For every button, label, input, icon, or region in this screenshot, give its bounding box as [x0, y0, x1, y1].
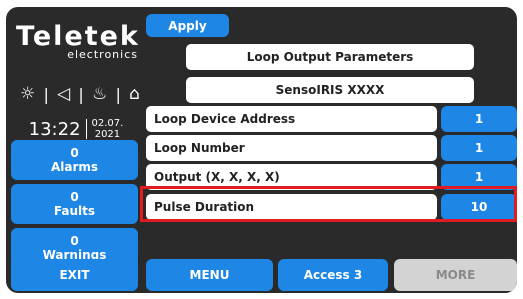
alarms-button[interactable]: 0 Alarms — [11, 140, 138, 180]
separator: | — [78, 84, 84, 104]
clock: 13:22 02.07. 2021 — [12, 117, 140, 141]
logo-wordmark: Teletek — [16, 21, 140, 52]
clock-time: 13:22 — [28, 118, 81, 140]
warnings-count: 0 — [70, 234, 79, 248]
door-icon: ⌂ — [129, 84, 140, 104]
sun-icon: ☼ — [20, 84, 36, 104]
separator: | — [115, 84, 121, 104]
page-title: Loop Output Parameters — [186, 44, 474, 70]
fire-icon: ♨ — [92, 84, 108, 104]
param-label-loop-device-address: Loop Device Address — [146, 106, 437, 132]
device-name: SensoIRIS XXXX — [186, 77, 474, 103]
separator: | — [43, 84, 49, 104]
status-icons-bar: ☼ | ◁ | ♨ | ⌂ — [20, 83, 140, 105]
exit-button[interactable]: EXIT — [11, 259, 138, 291]
faults-label: Faults — [53, 204, 96, 218]
access-label: Access 3 — [303, 268, 363, 282]
param-value-loop-device-address[interactable]: 1 — [441, 106, 517, 132]
param-value-loop-number[interactable]: 1 — [441, 135, 517, 161]
param-label-loop-number: Loop Number — [146, 135, 437, 161]
teletek-logo: Teletek electronics — [16, 23, 144, 61]
clock-date: 02.07. 2021 — [92, 118, 124, 140]
faults-button[interactable]: 0 Faults — [11, 184, 138, 224]
faults-count: 0 — [70, 190, 79, 204]
panel-screen: Teletek electronics ☼ | ◁ | ♨ | ⌂ 13:22 … — [6, 7, 517, 293]
exit-label: EXIT — [59, 268, 90, 282]
alarms-count: 0 — [70, 146, 79, 160]
more-button[interactable]: MORE — [394, 259, 517, 291]
menu-label: MENU — [189, 268, 230, 282]
speaker-icon: ◁ — [57, 84, 71, 104]
separator — [85, 119, 87, 139]
clock-date-day: 02.07. — [91, 118, 124, 129]
apply-button[interactable]: Apply — [146, 14, 229, 37]
apply-label: Apply — [168, 18, 207, 33]
clock-date-year: 2021 — [94, 129, 121, 140]
more-label: MORE — [435, 268, 476, 282]
access-level-button[interactable]: Access 3 — [278, 259, 388, 291]
alarms-label: Alarms — [50, 160, 99, 174]
pulse-duration-highlight — [140, 186, 517, 222]
menu-button[interactable]: MENU — [146, 259, 273, 291]
